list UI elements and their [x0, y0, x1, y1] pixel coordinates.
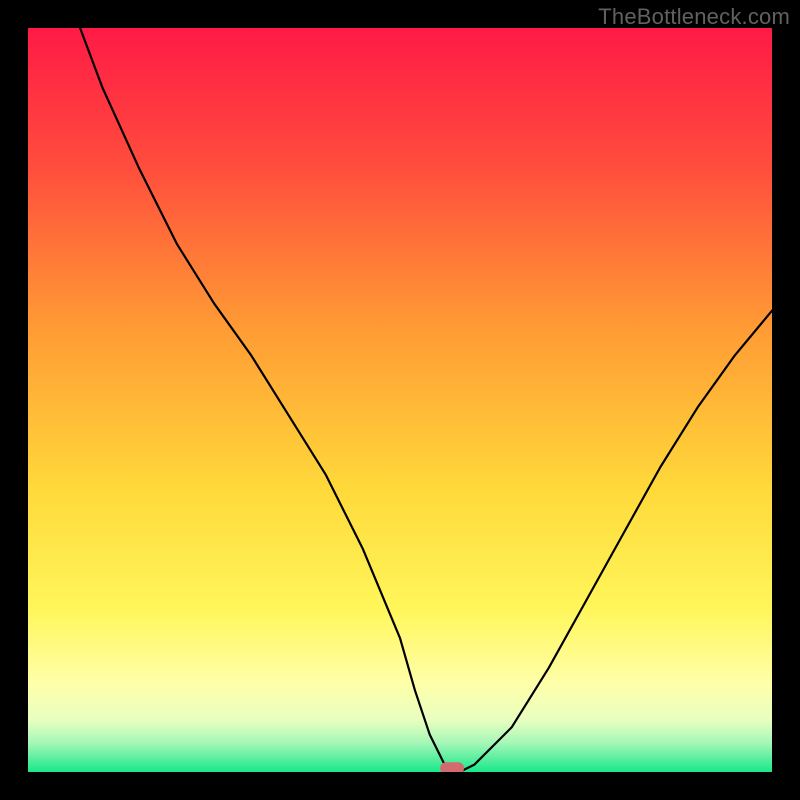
chart-frame: TheBottleneck.com [0, 0, 800, 800]
watermark-text: TheBottleneck.com [598, 4, 790, 30]
plot-area [28, 28, 772, 772]
minimum-marker-icon [440, 762, 464, 772]
gradient-background [28, 28, 772, 772]
chart-svg [28, 28, 772, 772]
